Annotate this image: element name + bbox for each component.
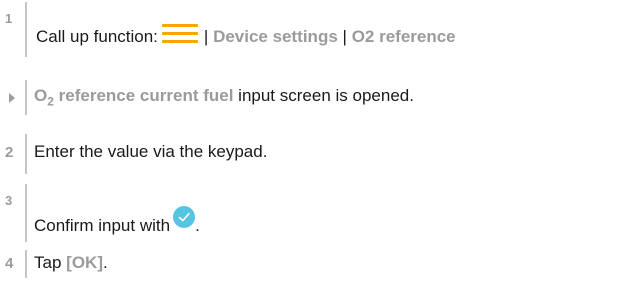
step-divider <box>25 80 27 115</box>
menu-path-o2-reference: O2 reference <box>351 27 456 46</box>
step-number: 1 <box>5 11 13 26</box>
separator: | <box>342 27 347 46</box>
separator: | <box>203 27 209 46</box>
menu-path-device-settings: Device settings <box>213 27 338 46</box>
result-text: O2 reference current fuel input screen i… <box>34 86 414 111</box>
step-text: Confirm input with. <box>34 206 200 236</box>
step-number: 2 <box>5 144 14 161</box>
step-divider <box>25 2 27 57</box>
step-divider <box>25 134 27 174</box>
result-screen-name: O2 reference current fuel <box>34 86 234 109</box>
step-text: Tap [OK]. <box>34 253 108 272</box>
checkmark-circle-icon <box>173 206 196 228</box>
step-divider <box>25 184 27 242</box>
hamburger-menu-icon <box>161 24 198 44</box>
ok-button-label: [OK] <box>66 253 103 272</box>
step-prefix: Call up function: <box>36 27 158 46</box>
result-message: input screen is opened. <box>233 86 414 105</box>
step-number: 3 <box>5 193 13 208</box>
step-divider <box>25 250 27 278</box>
step-number: 4 <box>5 255 14 272</box>
step-text: Enter the value via the keypad. <box>34 142 268 161</box>
step-text: Call up function: | Device settings | O2 … <box>36 24 456 47</box>
result-arrow-icon <box>9 93 15 103</box>
